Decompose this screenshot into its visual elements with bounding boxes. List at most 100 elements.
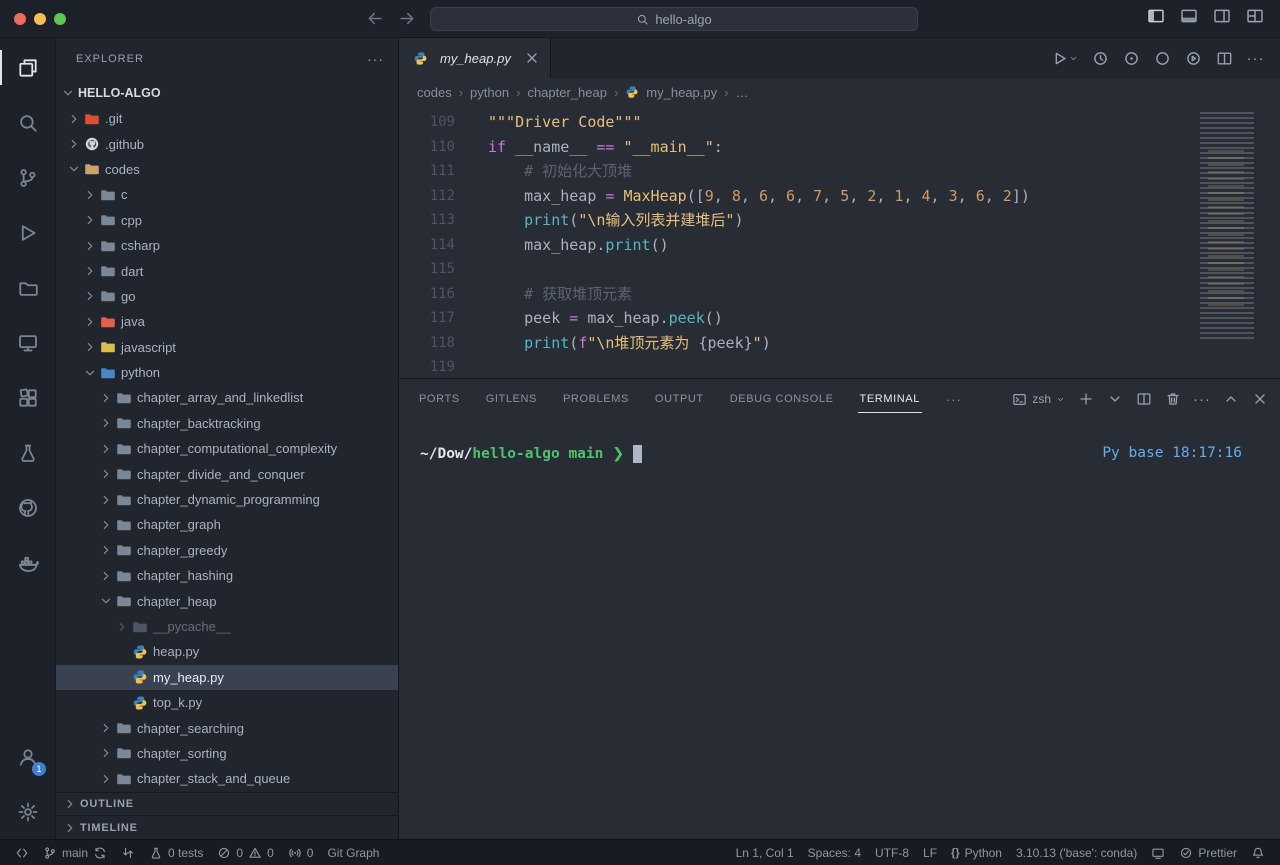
status-gitlens-compare[interactable] [114,840,142,865]
tree-folder-item[interactable]: chapter_heap [56,588,398,613]
new-terminal-button[interactable] [1078,391,1094,407]
tree-folder-item[interactable]: go [56,284,398,309]
activity-run-debug-button[interactable] [0,205,55,260]
code-line[interactable]: 118 print(f"\n堆顶元素为 {peek}") [399,331,1280,356]
code-line[interactable]: 114 max_heap.print() [399,233,1280,258]
activity-testing-button[interactable] [0,425,55,480]
panel-tab-output[interactable]: OUTPUT [655,393,704,405]
code-line[interactable]: 109"""Driver Code""" [399,110,1280,135]
more-terminal-actions-button[interactable]: ··· [1194,391,1210,407]
tree-folder-item[interactable]: csharp [56,233,398,258]
tree-folder-item[interactable]: chapter_hashing [56,563,398,588]
tree-folder-item[interactable]: java [56,309,398,334]
activity-project-manager-button[interactable] [0,260,55,315]
tree-folder-item[interactable]: codes [56,157,398,182]
editor-action-run-interactive[interactable] [1185,50,1202,67]
activity-source-control-button[interactable] [0,150,55,205]
activity-accounts-button[interactable]: 1 [0,729,55,784]
customize-layout-button[interactable] [1246,7,1264,30]
activity-settings-button[interactable] [0,784,55,839]
status-git-graph[interactable]: Git Graph [320,840,386,865]
tree-folder-item[interactable]: chapter_computational_complexity [56,436,398,461]
close-button[interactable] [14,13,26,25]
tree-folder-item[interactable]: .git [56,106,398,131]
status-git-branch[interactable]: main [36,840,114,865]
terminal-picker-button[interactable] [1107,391,1123,407]
minimize-button[interactable] [34,13,46,25]
close-tab-icon[interactable] [524,50,540,66]
status-python-interpreter[interactable]: 3.10.13 ('base': conda) [1009,840,1144,865]
split-terminal-button[interactable] [1136,391,1152,407]
panel-tab-gitlens[interactable]: GITLENS [486,393,537,405]
status-problems[interactable]: 00 [210,840,280,865]
code-line[interactable]: 115 [399,257,1280,282]
go-back-button[interactable] [366,9,385,28]
tree-folder-item[interactable]: chapter_greedy [56,538,398,563]
status-notifications[interactable] [1244,840,1272,865]
zoom-button[interactable] [54,13,66,25]
editor-action-gitlens-file-history[interactable] [1123,50,1140,67]
project-root-folder[interactable]: HELLO-ALGO [56,80,398,106]
tree-folder-item[interactable]: chapter_sorting [56,741,398,766]
code-line[interactable]: 110if __name__ == "__main__": [399,135,1280,160]
editor-pane[interactable]: 109"""Driver Code"""110if __name__ == "_… [399,106,1280,378]
tree-file-item[interactable]: heap.py [56,639,398,664]
go-forward-button[interactable] [397,9,416,28]
code-line[interactable]: 119 [399,355,1280,378]
tree-folder-item[interactable]: chapter_divide_and_conquer [56,461,398,486]
status-eol[interactable]: LF [916,840,944,865]
tree-folder-item[interactable]: cpp [56,208,398,233]
toggle-secondary-sidebar-button[interactable] [1213,7,1231,30]
activity-search-button[interactable] [0,95,55,150]
status-ports-forwarded[interactable]: 0 [281,840,321,865]
tree-folder-item[interactable]: .github [56,131,398,156]
editor-action-run-file[interactable] [1051,50,1078,67]
toggle-panel-button[interactable] [1180,7,1198,30]
activity-github-button[interactable] [0,480,55,535]
tree-folder-item[interactable]: javascript [56,335,398,360]
tree-folder-item[interactable]: python [56,360,398,385]
tree-folder-item[interactable]: chapter_graph [56,512,398,537]
status-cursor-position[interactable]: Ln 1, Col 1 [729,840,801,865]
close-panel-button[interactable] [1252,391,1268,407]
panel-tab-problems[interactable]: PROBLEMS [563,393,629,405]
activity-remote-explorer-button[interactable] [0,315,55,370]
kill-terminal-button[interactable] [1165,391,1181,407]
editor-action-more-actions[interactable]: ··· [1247,50,1264,67]
status-tests[interactable]: 0 tests [142,840,210,865]
breadcrumb-item[interactable]: … [735,85,748,100]
code-line[interactable]: 112 max_heap = MaxHeap([9, 8, 6, 6, 7, 5… [399,184,1280,209]
tree-folder-item[interactable]: chapter_dynamic_programming [56,487,398,512]
tree-file-item[interactable]: top_k.py [56,690,398,715]
code-line[interactable]: 116 # 获取堆顶元素 [399,282,1280,307]
tab-my-heap-py[interactable]: my_heap.py [399,38,551,78]
status-extension-status[interactable] [1144,840,1172,865]
status-language-mode[interactable]: {}Python [944,840,1009,865]
command-center-search[interactable]: hello-algo [430,7,918,31]
tree-folder-item[interactable]: dart [56,258,398,283]
panel-tab-ports[interactable]: PORTS [419,393,460,405]
breadcrumb-item[interactable]: codes [417,85,452,100]
status-prettier[interactable]: Prettier [1172,840,1244,865]
section-timeline[interactable]: TIMELINE [56,815,398,839]
editor-action-split-editor[interactable] [1216,50,1233,67]
editor-action-gitlens-compare[interactable] [1154,50,1171,67]
status-encoding[interactable]: UTF-8 [868,840,916,865]
activity-explorer-button[interactable] [0,40,55,95]
terminal-shell-selector[interactable]: zsh [1012,392,1065,407]
breadcrumb-item[interactable]: python [470,85,509,100]
editor-action-view-timeline[interactable] [1092,50,1109,67]
terminal[interactable]: ~/Dow/hello-algo main ❯ Py base 18:17:16 [399,419,1280,839]
panel-tab-terminal[interactable]: TERMINAL [860,393,920,405]
panel-tab-debug-console[interactable]: DEBUG CONSOLE [730,393,834,405]
tree-folder-item[interactable]: chapter_array_and_linkedlist [56,385,398,410]
activity-extensions-button[interactable] [0,370,55,425]
explorer-more-actions[interactable]: ··· [367,51,384,67]
panel-tabs-more[interactable]: ··· [946,392,962,407]
status-indentation[interactable]: Spaces: 4 [801,840,868,865]
section-outline[interactable]: OUTLINE [56,792,398,816]
code-line[interactable]: 113 print("\n输入列表并建堆后") [399,208,1280,233]
tree-folder-item[interactable]: chapter_stack_and_queue [56,766,398,791]
code-line[interactable]: 111 # 初始化大顶堆 [399,159,1280,184]
breadcrumb-item[interactable]: chapter_heap [527,85,607,100]
